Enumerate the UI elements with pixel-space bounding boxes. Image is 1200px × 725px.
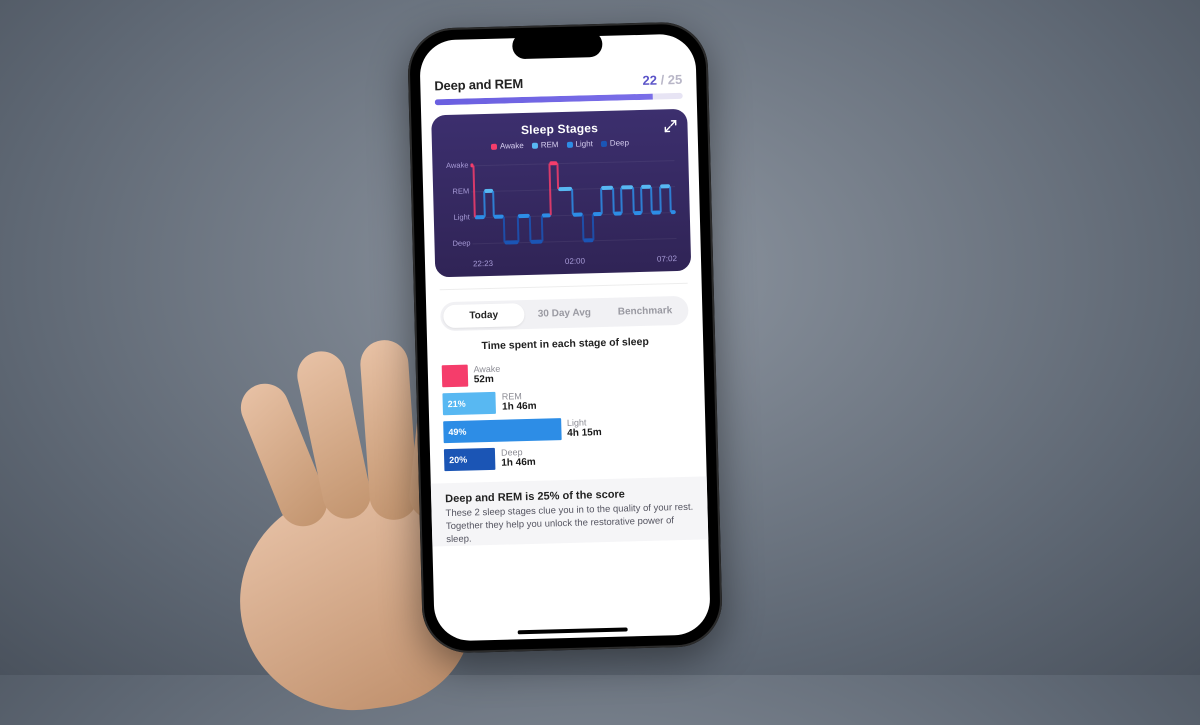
legend-item: Light [566,139,593,149]
sleep-stages-chart: AwakeREMLightDeep [470,152,677,257]
range-tabs: Today30 Day AvgBenchmark [440,296,689,331]
score-max: / 25 [657,72,683,88]
stage-row: Awake52m [442,359,690,387]
expand-icon[interactable] [661,117,679,135]
legend-item: Awake [491,141,524,151]
stage-segment [505,240,519,244]
stage-bar: 20% [444,448,496,471]
chart-legend: Awake REM Light Deep [442,137,678,152]
page-title: Deep and REM [434,76,523,93]
dynamic-island [512,31,603,59]
legend-item: REM [532,140,559,150]
stage-bar-label: REM1h 46m [502,391,537,414]
tab-benchmark[interactable]: Benchmark [604,299,685,324]
stage-row: 49% Light4h 15m [443,415,691,443]
stage-bar-label: Deep1h 46m [501,447,536,470]
score-value: 22 [642,73,657,88]
stage-bar: 49% [443,418,561,443]
app-screen: Deep and REM 22 / 25 Sleep Stages Awake R… [419,33,711,641]
chart-x-label: 22:23 [473,259,493,269]
stage-row: 21% REM1h 46m [442,387,690,415]
chart-y-label: Awake [442,160,468,170]
stage-segment [530,240,542,244]
chart-x-label: 02:00 [565,256,585,266]
explainer-card: Deep and REM is 25% of the score These 2… [431,476,709,547]
chart-x-label: 07:02 [657,254,677,264]
stage-bar: 21% [442,392,496,415]
divider [440,283,688,290]
stage-segment [558,187,572,191]
stage-breakdown-title: Time spent in each stage of sleep [427,334,703,353]
legend-item: Deep [601,138,629,148]
explainer-body: These 2 sleep stages clue you in to the … [445,502,694,547]
chart-y-label: Light [444,212,470,222]
chart-y-label: Deep [444,238,470,248]
card-title: Sleep Stages [441,119,677,139]
sleep-stages-card[interactable]: Sleep Stages Awake REM Light Deep Awake REM L… [431,109,691,278]
tab-today[interactable]: Today [443,303,524,328]
stage-bar-label: Awake52m [473,364,500,387]
stage-bar-label: Light4h 15m [567,417,602,440]
stage-row: 20%Deep1h 46m [444,443,692,471]
stage-bar [442,365,468,388]
chart-y-label: REM [443,186,469,196]
score-readout: 22 / 25 [642,72,682,88]
phone-frame: Deep and REM 22 / 25 Sleep Stages Awake R… [407,21,723,654]
stage-bars: Awake52m 21% REM1h 46m 49% Light4h 15m 20%Dee… [442,359,693,471]
tab-30-day-avg[interactable]: 30 Day Avg [524,301,605,326]
